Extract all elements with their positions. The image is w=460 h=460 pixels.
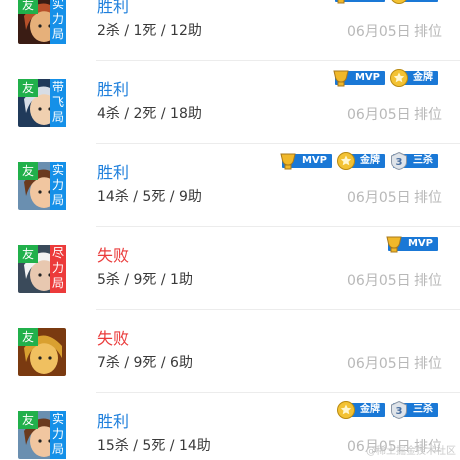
mode-tag: 实力局 [50,411,66,459]
friend-tag: 友 [18,411,38,429]
friend-tag: 友 [18,0,38,14]
achievement-badges: MVP 金牌 [331,69,438,87]
kda-stats: 15杀 / 5死 / 14助 [97,438,211,454]
gold-medal-icon [389,0,409,5]
friend-tag: 友 [18,79,38,97]
gold-medal-icon [389,68,409,88]
kda-stats: 7杀 / 9死 / 6助 [97,355,193,371]
kda-stats: 5杀 / 9死 / 1助 [97,272,193,288]
mvp-trophy-icon [331,0,351,5]
match-result: 胜利 [97,80,130,99]
mvp-trophy-icon [384,234,404,254]
badge-gold-medal: 金牌 [389,69,438,87]
mvp-trophy-icon [331,68,351,88]
match-row[interactable]: 友 失败 7杀 / 9死 / 6助 06月05日 排位 [0,310,460,393]
match-date: 06月05日 [347,107,411,123]
match-date: 06月05日 [347,190,411,206]
match-mode: 排位 [414,107,442,123]
match-row[interactable]: 友 实力局 胜利 14杀 / 5死 / 9助 06月05日 排位 MVP 金牌 … [0,144,460,227]
achievement-badges: 金牌 3 三杀 [336,400,438,420]
gold-medal-icon [336,400,356,420]
badge-gold-medal: 金牌 [336,152,385,170]
achievement-badges: MVP 金牌 [331,0,438,4]
watermark: @稀土掘金技术社区 [366,446,456,457]
badge-triple-kill: 3 三杀 [389,151,438,171]
badge-mvp-trophy: MVP [278,152,332,170]
achievement-badges: MVP 金牌 3 三杀 [278,151,438,171]
mode-tag: 实力局 [50,162,66,210]
badge-mvp-trophy: MVP [384,235,438,253]
mode-tag: 尽力局 [50,245,66,293]
match-result: 失败 [97,246,130,265]
match-result: 胜利 [97,163,130,182]
match-row[interactable]: 友 尽力局 失败 5杀 / 9死 / 1助 06月05日 排位 MVP [0,227,460,310]
match-row[interactable]: 友 带飞局 胜利 4杀 / 2死 / 18助 06月05日 排位 MVP 金牌 [0,61,460,144]
triple-kill-icon: 3 [389,400,409,420]
match-mode: 排位 [414,24,442,40]
match-date: 06月05日 [347,356,411,372]
match-result: 胜利 [97,0,130,16]
kda-stats: 2杀 / 1死 / 12助 [97,23,202,39]
mvp-trophy-icon [278,151,298,171]
match-result: 胜利 [97,412,130,431]
match-date: 06月05日 [347,24,411,40]
match-row[interactable]: 友 实力局 胜利 2杀 / 1死 / 12助 06月05日 排位 MVP 金牌 [0,0,460,61]
match-mode: 排位 [414,273,442,289]
kda-stats: 14杀 / 5死 / 9助 [97,189,202,205]
friend-tag: 友 [18,328,38,346]
svg-text:3: 3 [396,406,403,417]
gold-medal-icon [336,151,356,171]
match-date: 06月05日 [347,273,411,289]
achievement-badges: MVP [384,235,438,253]
kda-stats: 4杀 / 2死 / 18助 [97,106,202,122]
badge-gold-medal: 金牌 [389,0,438,4]
match-result: 失败 [97,329,130,348]
badge-gold-medal: 金牌 [336,401,385,419]
match-history-list: 友 实力局 胜利 2杀 / 1死 / 12助 06月05日 排位 MVP 金牌 … [0,0,460,460]
mode-tag: 带飞局 [50,79,66,127]
badge-triple-kill: 3 三杀 [389,400,438,420]
match-mode: 排位 [414,356,442,372]
match-mode: 排位 [414,190,442,206]
friend-tag: 友 [18,245,38,263]
badge-mvp-trophy: MVP [331,69,385,87]
friend-tag: 友 [18,162,38,180]
svg-text:3: 3 [396,157,403,168]
triple-kill-icon: 3 [389,151,409,171]
mode-tag: 实力局 [50,0,66,44]
badge-mvp-trophy: MVP [331,0,385,4]
